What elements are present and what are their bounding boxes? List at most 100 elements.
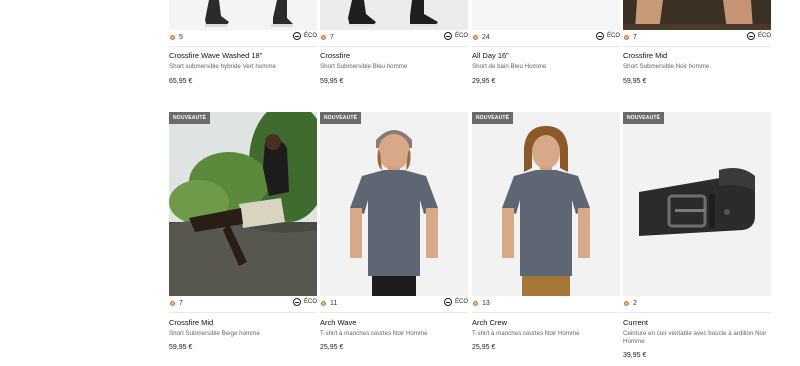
product-image[interactable]: NOUVEAUTÉ: [320, 112, 468, 296]
product-image[interactable]: NOUVEAUTÉ: [472, 112, 620, 296]
sneakers-image: [205, 0, 293, 27]
product-subtitle: Short Submersible Noir homme: [623, 63, 710, 70]
product-image[interactable]: NOUVEAUTÉ: [623, 112, 771, 296]
product-price: 59,95 €: [169, 344, 193, 351]
color-swatch[interactable]: 24: [473, 34, 490, 41]
product-image[interactable]: [472, 0, 620, 30]
product-title[interactable]: Arch Crew: [472, 318, 507, 327]
colors-count: 5: [179, 34, 183, 41]
man-on-rock-photo: [169, 112, 317, 296]
sneakers-image: [348, 0, 438, 27]
eco-badge: ÉCO: [292, 298, 317, 306]
eco-label: ÉCO: [454, 299, 468, 305]
eco-icon: [292, 32, 301, 40]
product-price: 65,95 €: [169, 78, 193, 85]
product-meta: 7 ÉCO: [320, 32, 468, 44]
product-meta: 13: [472, 298, 620, 310]
colors-count: 24: [482, 34, 490, 41]
divider: [623, 46, 771, 47]
product-meta: 11 ÉCO: [320, 298, 468, 310]
divider: [472, 46, 620, 47]
divider: [623, 312, 771, 313]
eco-label: ÉCO: [606, 33, 620, 39]
color-swatch[interactable]: 13: [473, 300, 490, 307]
color-swatch[interactable]: 7: [321, 34, 334, 41]
product-title[interactable]: Current: [623, 318, 648, 327]
color-dot-icon: [473, 301, 478, 306]
divider: [320, 312, 468, 313]
eco-label: ÉCO: [757, 33, 771, 39]
product-subtitle: Ceinture en cuir véritable avec boucle à…: [623, 330, 767, 345]
color-swatch[interactable]: 5: [170, 34, 183, 41]
product-subtitle: T-shirt à manches courtes Noir Homme: [320, 330, 428, 337]
new-badge: NOUVEAUTÉ: [320, 112, 362, 124]
product-price: 39,95 €: [623, 352, 647, 359]
product-subtitle: Short submersible hybride Vert homme: [169, 63, 276, 70]
colors-count: 7: [633, 34, 637, 41]
tshirt-model-photo: [320, 112, 468, 296]
product-image[interactable]: [623, 0, 771, 30]
color-swatch[interactable]: 7: [624, 34, 637, 41]
eco-icon: [746, 32, 755, 40]
color-dot-icon: [170, 301, 175, 306]
colors-count: 7: [179, 300, 183, 307]
product-image[interactable]: [320, 0, 468, 30]
colors-count: 11: [330, 300, 338, 307]
tshirt-model-photo: [472, 112, 620, 296]
product-price: 25,95 €: [472, 344, 496, 351]
new-badge: NOUVEAUTÉ: [169, 112, 211, 124]
product-title[interactable]: All Day 16": [472, 51, 509, 60]
eco-icon: [292, 298, 301, 306]
product-price: 59,95 €: [623, 78, 647, 85]
legs-photo: [623, 0, 771, 30]
eco-icon: [443, 298, 452, 306]
eco-label: ÉCO: [454, 33, 468, 39]
eco-badge: ÉCO: [292, 32, 317, 40]
product-subtitle: T-shirt à manches courtes Noir Homme: [472, 330, 580, 337]
product-title[interactable]: Crossfire Mid: [623, 51, 667, 60]
eco-icon: [443, 32, 452, 40]
new-badge: NOUVEAUTÉ: [472, 112, 514, 124]
product-meta: 7 ÉCO: [169, 298, 317, 310]
eco-badge: ÉCO: [443, 32, 468, 40]
eco-icon: [595, 32, 604, 40]
color-dot-icon: [473, 35, 478, 40]
divider: [320, 46, 468, 47]
product-image[interactable]: NOUVEAUTÉ: [169, 112, 317, 296]
product-title[interactable]: Arch Wave: [320, 318, 356, 327]
eco-label: ÉCO: [303, 33, 317, 39]
product-image[interactable]: [169, 0, 317, 30]
color-dot-icon: [624, 35, 629, 40]
colors-count: 2: [633, 300, 637, 307]
product-meta: 5 ÉCO: [169, 32, 317, 44]
color-dot-icon: [321, 35, 326, 40]
eco-badge: ÉCO: [443, 298, 468, 306]
product-price: 59,95 €: [320, 78, 344, 85]
colors-count: 7: [330, 34, 334, 41]
product-subtitle: Short Submersible Bleu homme: [320, 63, 408, 70]
color-dot-icon: [624, 301, 629, 306]
color-swatch[interactable]: 2: [624, 300, 637, 307]
divider: [169, 46, 317, 47]
product-title[interactable]: Crossfire Mid: [169, 318, 213, 327]
divider: [169, 312, 317, 313]
eco-badge: ÉCO: [746, 32, 771, 40]
color-dot-icon: [321, 301, 326, 306]
product-meta: 7 ÉCO: [623, 32, 771, 44]
eco-label: ÉCO: [303, 299, 317, 305]
color-swatch[interactable]: 7: [170, 300, 183, 307]
product-price: 29,95 €: [472, 78, 496, 85]
eco-badge: ÉCO: [595, 32, 620, 40]
product-price: 25,95 €: [320, 344, 344, 351]
new-badge: NOUVEAUTÉ: [623, 112, 665, 124]
color-swatch[interactable]: 11: [321, 300, 337, 307]
color-dot-icon: [170, 35, 175, 40]
colors-count: 13: [482, 300, 490, 307]
product-title[interactable]: Crossfire Wave Washed 18": [169, 51, 262, 60]
product-meta: 24 ÉCO: [472, 32, 620, 44]
product-subtitle: Short Submersible Beige homme: [169, 330, 260, 337]
belt-photo: [623, 112, 771, 296]
product-meta: 2: [623, 298, 771, 310]
product-subtitle: Short de bain Bleu Homme: [472, 63, 547, 70]
product-title[interactable]: Crossfire: [320, 51, 350, 60]
